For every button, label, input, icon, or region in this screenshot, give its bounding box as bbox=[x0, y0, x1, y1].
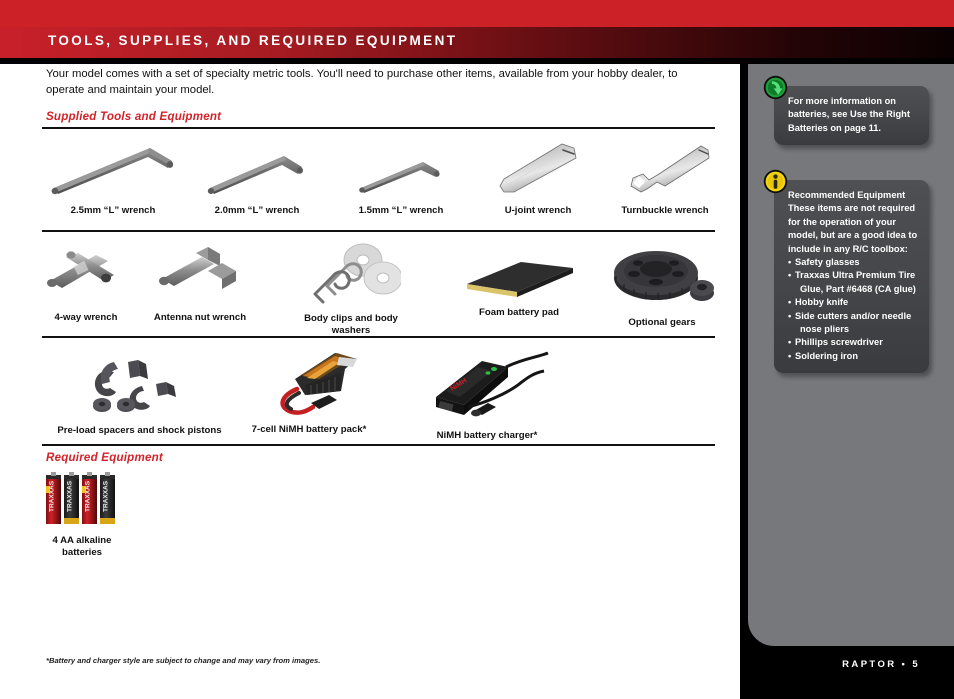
foam-battery-pad-icon bbox=[452, 248, 586, 305]
tool-cell: 2.5mm “L” wrench bbox=[30, 136, 196, 217]
tool-cell: U-joint wrench bbox=[477, 136, 599, 217]
page-title: TOOLS, SUPPLIES, AND REQUIRED EQUIPMENT bbox=[48, 33, 458, 48]
tool-cell: 4-way wrench bbox=[24, 241, 148, 324]
tool-cell: Pre-load spacers and shock pistons bbox=[52, 348, 227, 437]
section-heading-supplied: Supplied Tools and Equipment bbox=[46, 110, 222, 123]
tool-caption: 4 AA alkaline batteries bbox=[52, 535, 112, 558]
tool-cell: 2.0mm “L” wrench bbox=[186, 146, 328, 217]
tool-caption: Optional gears bbox=[628, 317, 696, 328]
aa-batteries-icon: TRAXXAS TRAXXAS TRAXXAS TRAXXAS bbox=[36, 472, 128, 533]
tool-cell: TRAXXAS TRAXXAS TRAXXAS TRAXXAS 4 AA alk… bbox=[36, 472, 128, 559]
section-rule-3 bbox=[42, 336, 715, 338]
preload-spacers-pistons-icon bbox=[52, 348, 227, 423]
sidebar: For more information on batteries, see U… bbox=[748, 64, 954, 646]
svg-text:TRAXXAS: TRAXXAS bbox=[49, 480, 56, 512]
recommended-equipment-item: Safety glasses bbox=[788, 256, 919, 270]
tool-cell: Antenna nut wrench bbox=[140, 241, 260, 324]
green-arrow-icon bbox=[763, 75, 788, 100]
recommended-equipment-item: Side cutters and/or needle bbox=[788, 310, 919, 324]
tool-cell: Foam battery pad bbox=[452, 248, 586, 319]
sidebar-note-body: Recommended Equipment These items are no… bbox=[774, 180, 929, 373]
footnote: *Battery and charger style are subject t… bbox=[46, 656, 321, 665]
recommended-equipment-item: Phillips screwdriver bbox=[788, 336, 919, 350]
four-way-wrench-icon bbox=[24, 241, 148, 310]
svg-text:TRAXXAS: TRAXXAS bbox=[85, 480, 92, 512]
nimh-battery-pack-icon bbox=[240, 345, 378, 422]
tool-caption: Turnbuckle wrench bbox=[621, 205, 709, 216]
footer-page-label: RAPTOR • 5 bbox=[842, 659, 920, 670]
recommended-equipment-item: Glue, Part #6468 (CA glue) bbox=[800, 283, 916, 294]
l-wrench-large-icon bbox=[30, 136, 196, 203]
svg-text:TRAXXAS: TRAXXAS bbox=[67, 480, 74, 512]
antenna-nut-wrench-icon bbox=[140, 241, 260, 310]
sidebar-note-title: Recommended Equipment bbox=[788, 190, 906, 200]
tool-caption: 7-cell NiMH battery pack* bbox=[251, 424, 367, 435]
tool-caption: U-joint wrench bbox=[504, 205, 572, 216]
sidebar-note-batteries: For more information on batteries, see U… bbox=[763, 75, 929, 146]
body-clips-washers-icon bbox=[286, 238, 416, 311]
tool-cell: 7-cell NiMH battery pack* bbox=[240, 345, 378, 436]
tool-caption: Body clips and body washers bbox=[304, 313, 398, 336]
recommended-equipment-list: Safety glassesTraxxas Ultra Premium Tire… bbox=[788, 256, 919, 364]
tool-cell: Body clips and body washers bbox=[286, 238, 416, 337]
tool-caption: 2.0mm “L” wrench bbox=[214, 205, 300, 216]
turnbuckle-wrench-icon bbox=[604, 136, 726, 203]
tool-caption: Foam battery pad bbox=[479, 307, 559, 318]
tool-caption: 4-way wrench bbox=[54, 312, 118, 323]
tool-cell: Optional gears bbox=[600, 238, 724, 329]
yellow-info-icon bbox=[763, 169, 788, 194]
tool-cell: Turnbuckle wrench bbox=[604, 136, 726, 217]
l-wrench-medium-icon bbox=[186, 146, 328, 203]
intro-paragraph: Your model comes with a set of specialty… bbox=[46, 68, 678, 96]
header-top-band bbox=[0, 0, 954, 27]
l-wrench-small-icon bbox=[337, 152, 465, 203]
tool-caption: 2.5mm “L” wrench bbox=[70, 205, 156, 216]
recommended-equipment-item: nose pliers bbox=[800, 324, 850, 335]
tool-caption: NiMH battery charger* bbox=[436, 430, 538, 441]
recommended-equipment-item: Hobby knife bbox=[788, 296, 919, 310]
u-joint-wrench-icon bbox=[477, 136, 599, 203]
tool-caption: Pre-load spacers and shock pistons bbox=[57, 425, 222, 436]
tool-cell: 1.5mm “L” wrench bbox=[337, 152, 465, 217]
section-rule-2 bbox=[42, 230, 715, 232]
section-rule-1 bbox=[42, 127, 715, 129]
section-heading-required: Required Equipment bbox=[46, 451, 163, 464]
manual-page: TOOLS, SUPPLIES, AND REQUIRED EQUIPMENT … bbox=[0, 0, 954, 699]
nimh-battery-charger-icon: NiMH bbox=[420, 345, 554, 428]
tool-cell: NiMH NiMH battery charger* bbox=[420, 345, 554, 442]
sidebar-note-text: For more information on batteries, see U… bbox=[788, 96, 910, 133]
svg-text:TRAXXAS: TRAXXAS bbox=[103, 480, 110, 512]
sidebar-note-recommended: Recommended Equipment These items are no… bbox=[763, 169, 929, 374]
recommended-equipment-item: Traxxas Ultra Premium Tire bbox=[788, 269, 919, 283]
tool-caption: Antenna nut wrench bbox=[153, 312, 247, 323]
tool-caption: 1.5mm “L” wrench bbox=[358, 205, 444, 216]
optional-gears-icon bbox=[600, 238, 724, 315]
section-rule-4 bbox=[42, 444, 715, 446]
sidebar-note-text: These items are not required for the ope… bbox=[788, 203, 918, 254]
recommended-equipment-item: Soldering iron bbox=[788, 350, 919, 364]
